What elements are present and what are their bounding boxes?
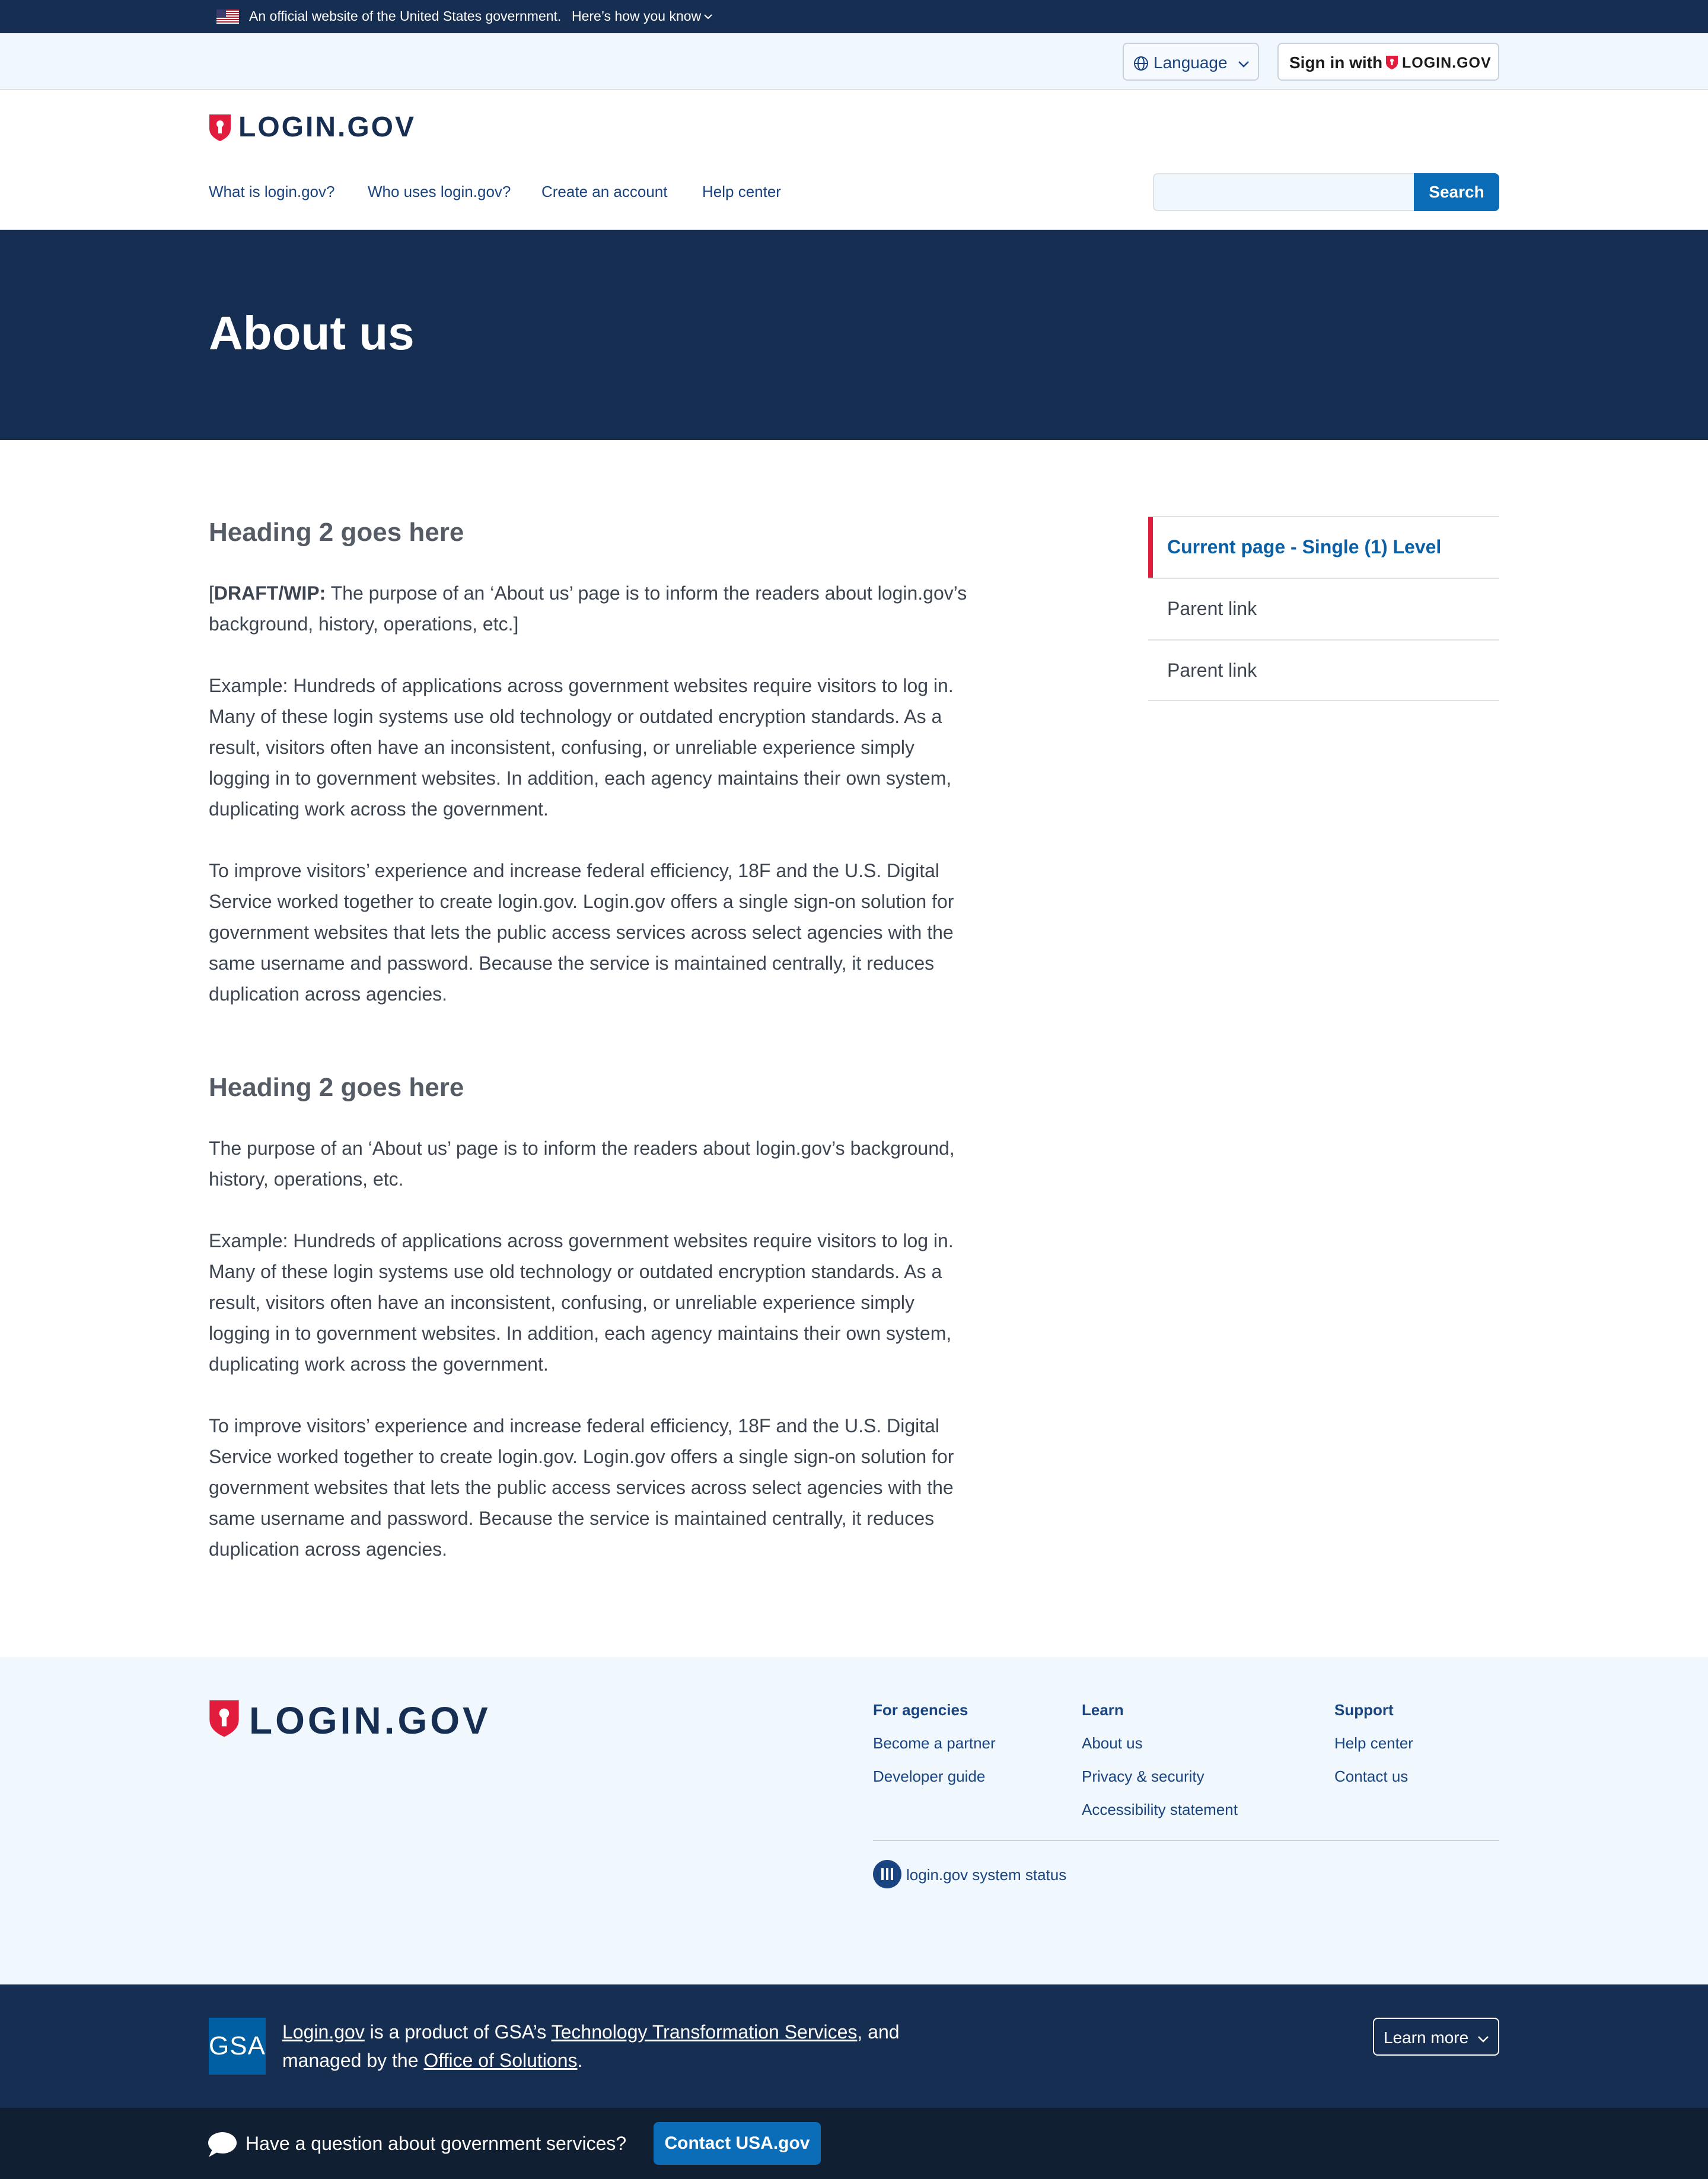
sign-in-label: Sign in with xyxy=(1289,53,1383,72)
footer-heading-agencies: For agencies xyxy=(873,1701,968,1719)
page-title: About us xyxy=(209,307,415,359)
system-status-link[interactable]: login.gov system status xyxy=(906,1866,1066,1884)
usagov-bar: Have a question about government service… xyxy=(0,2108,1708,2179)
chat-bubble-icon xyxy=(208,2132,237,2157)
gsa-identifier: GSA Login.gov is a product of GSA’s Tech… xyxy=(0,1984,1708,2108)
side-navigation: Current page - Single (1) Level Parent l… xyxy=(1148,516,1499,701)
contact-usagov-button[interactable]: Contact USA.gov xyxy=(654,2122,821,2165)
usagov-question: Have a question about government service… xyxy=(246,2133,627,2154)
sidenav-item-parent[interactable]: Parent link xyxy=(1148,578,1499,639)
utility-bar: Language Sign in with LOGIN.GOV xyxy=(0,33,1708,90)
footer-heading-support: Support xyxy=(1334,1701,1394,1719)
draft-label: DRAFT/WIP: xyxy=(214,582,326,604)
chevron-down-icon xyxy=(1478,2036,1489,2043)
section-heading: Heading 2 goes here xyxy=(209,1073,464,1102)
nav-help-center[interactable]: Help center xyxy=(702,183,781,201)
sidenav-item-label: Parent link xyxy=(1167,660,1257,681)
search-button[interactable]: Search xyxy=(1414,173,1499,211)
footer-link-privacy-security[interactable]: Privacy & security xyxy=(1082,1767,1204,1786)
us-flag-icon xyxy=(216,9,239,24)
footer-heading-learn: Learn xyxy=(1082,1701,1124,1719)
section-paragraph: Example: Hundreds of applications across… xyxy=(209,1230,954,1375)
site-footer: LOGIN.GOV For agencies Become a partner … xyxy=(0,1657,1708,1984)
footer-logo-text: LOGIN.GOV xyxy=(249,1699,491,1742)
search-input[interactable] xyxy=(1153,173,1415,211)
hero-banner: About us xyxy=(0,230,1708,440)
footer-logo[interactable]: LOGIN.GOV xyxy=(209,1699,517,1742)
footer-link-become-partner[interactable]: Become a partner xyxy=(873,1734,996,1753)
language-button[interactable]: Language xyxy=(1123,43,1259,81)
sidenav-item-label: Parent link xyxy=(1167,598,1257,619)
footer-link-accessibility[interactable]: Accessibility statement xyxy=(1082,1801,1238,1819)
sign-in-button[interactable]: Sign in with LOGIN.GOV xyxy=(1277,43,1499,81)
site-logo[interactable]: LOGIN.GOV xyxy=(209,111,434,146)
nav-what-is-logingov[interactable]: What is login.gov? xyxy=(209,183,334,201)
nav-create-account[interactable]: Create an account xyxy=(541,183,667,201)
gov-banner: An official website of the United States… xyxy=(0,0,1708,33)
section-paragraph: To improve visitors’ experience and incr… xyxy=(209,1415,954,1560)
footer-divider xyxy=(873,1840,1499,1841)
chevron-down-icon xyxy=(1238,61,1249,68)
gov-banner-text: An official website of the United States… xyxy=(249,8,562,24)
globe-icon xyxy=(1134,56,1148,71)
sign-in-brand: LOGIN.GOV xyxy=(1402,55,1492,71)
sidenav-item-label: Current page - Single (1) Level xyxy=(1167,536,1442,558)
how-you-know-link[interactable]: Here’s how you know xyxy=(572,8,701,24)
footer-link-help-center[interactable]: Help center xyxy=(1334,1734,1413,1753)
section-intro: The purpose of an ‘About us’ page is to … xyxy=(209,1138,955,1190)
page: An official website of the United States… xyxy=(0,0,1708,2179)
main-content: Heading 2 goes here [DRAFT/WIP: The purp… xyxy=(209,516,968,1595)
chevron-down-icon[interactable] xyxy=(702,11,714,23)
login-shield-icon xyxy=(209,114,231,141)
identifier-text-part: . xyxy=(577,2050,583,2071)
office-of-solutions-link[interactable]: Office of Solutions xyxy=(423,2050,577,2071)
footer-link-contact-us[interactable]: Contact us xyxy=(1334,1767,1408,1786)
login-shield-icon xyxy=(1386,56,1398,69)
language-label: Language xyxy=(1153,53,1228,72)
site-header: LOGIN.GOV What is login.gov? Who uses lo… xyxy=(0,90,1708,230)
logingov-link[interactable]: Login.gov xyxy=(282,2021,365,2043)
login-shield-icon xyxy=(209,1700,239,1737)
footer-link-developer-guide[interactable]: Developer guide xyxy=(873,1767,985,1786)
identifier-text-part: is a product of GSA’s xyxy=(364,2021,552,2043)
learn-more-button[interactable]: Learn more xyxy=(1373,2018,1499,2056)
identifier-text: Login.gov is a product of GSA’s Technolo… xyxy=(282,2018,982,2075)
section-paragraph: To improve visitors’ experience and incr… xyxy=(209,860,954,1005)
section-intro: [DRAFT/WIP: The purpose of an ‘About us’… xyxy=(209,582,967,635)
sidenav-item-parent[interactable]: Parent link xyxy=(1148,639,1499,701)
learn-more-label: Learn more xyxy=(1384,2028,1469,2047)
current-indicator xyxy=(1148,517,1153,578)
logo-text: LOGIN.GOV xyxy=(238,112,416,143)
section-paragraph: Example: Hundreds of applications across… xyxy=(209,675,954,820)
sidenav-item-current[interactable]: Current page - Single (1) Level xyxy=(1148,516,1499,578)
section-heading: Heading 2 goes here xyxy=(209,518,464,547)
system-status-icon xyxy=(873,1860,901,1888)
footer-link-about-us[interactable]: About us xyxy=(1082,1734,1143,1753)
gsa-logo[interactable]: GSA xyxy=(209,2018,266,2075)
nav-who-uses-logingov[interactable]: Who uses login.gov? xyxy=(368,183,511,201)
tts-link[interactable]: Technology Transformation Services xyxy=(552,2021,858,2043)
